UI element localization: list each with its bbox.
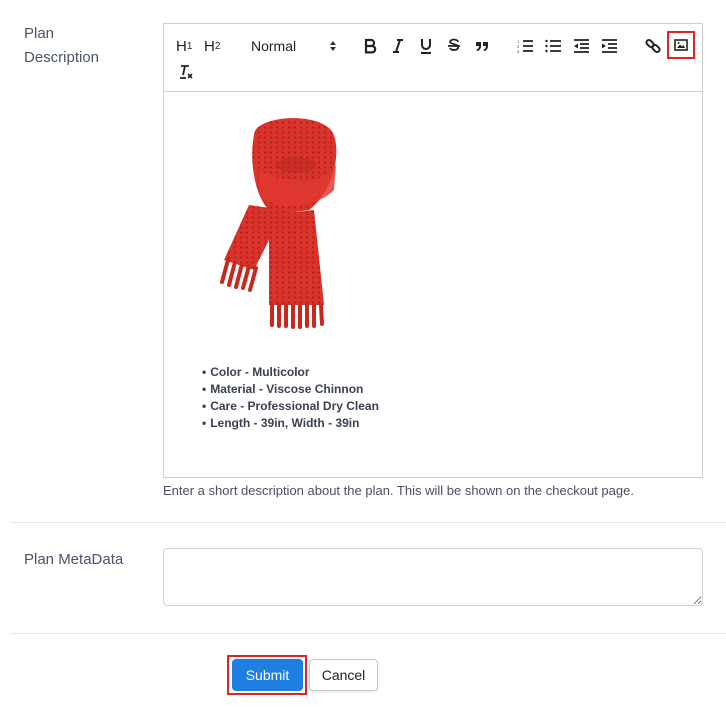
clear-format-button[interactable] <box>178 61 194 83</box>
italic-button[interactable] <box>390 35 406 57</box>
link-button[interactable] <box>644 35 662 57</box>
strikethrough-icon <box>448 38 460 51</box>
plan-description-help-text: Enter a short description about the plan… <box>163 483 634 498</box>
format-select[interactable]: Normal <box>251 35 337 57</box>
h1-label: H <box>176 37 187 55</box>
list-item: Care - Professional Dry Clean <box>202 398 379 415</box>
cancel-button[interactable]: Cancel <box>309 659 378 691</box>
outdent-icon <box>574 39 589 53</box>
bullet-list-button[interactable] <box>544 35 562 57</box>
label-line-1: Plan <box>24 25 55 42</box>
bullet-list-icon <box>545 39 561 53</box>
label-line-2: Description <box>24 49 100 66</box>
editor-toolbar: H1 H2 Normal 123 <box>164 24 702 92</box>
section-divider <box>10 633 726 634</box>
italic-icon <box>393 39 403 53</box>
submit-button[interactable]: Submit <box>232 659 303 691</box>
bold-button[interactable] <box>362 35 378 57</box>
underline-button[interactable] <box>418 35 434 57</box>
list-item: Color - Multicolor <box>202 364 379 381</box>
clear-format-icon <box>180 65 193 79</box>
indent-icon <box>602 39 617 53</box>
plan-metadata-input[interactable] <box>163 548 703 606</box>
image-icon <box>674 39 688 51</box>
select-arrows-icon <box>330 41 336 51</box>
indent-button[interactable] <box>600 35 618 57</box>
ordered-list-button[interactable]: 123 <box>516 35 534 57</box>
svg-text:3: 3 <box>517 49 520 53</box>
format-select-value: Normal <box>251 38 297 54</box>
scarf-image <box>220 118 337 329</box>
h2-sub: 2 <box>214 40 221 52</box>
strikethrough-button[interactable] <box>446 35 462 57</box>
editor-content[interactable]: Color - Multicolor Material - Viscose Ch… <box>164 92 702 477</box>
link-icon <box>645 38 661 54</box>
header-2-button[interactable]: H2 <box>204 35 220 57</box>
feature-list: Color - Multicolor Material - Viscose Ch… <box>202 364 379 432</box>
underline-icon <box>421 39 431 54</box>
ordered-list-icon: 123 <box>517 39 533 53</box>
plan-description-editor: H1 H2 Normal 123 • Color - Multicolor • … <box>163 23 703 478</box>
bold-icon <box>364 38 377 54</box>
outdent-button[interactable] <box>572 35 590 57</box>
blockquote-icon <box>476 42 488 51</box>
blockquote-button[interactable] <box>474 35 490 57</box>
plan-description-label: Plan Description <box>24 22 99 70</box>
image-button[interactable] <box>667 31 695 59</box>
h2-label: H <box>204 37 215 55</box>
list-item: Material - Viscose Chinnon <box>202 381 379 398</box>
list-item: Length - 39in, Width - 39in <box>202 415 379 432</box>
h1-sub: 1 <box>186 40 193 52</box>
section-divider <box>10 522 726 523</box>
header-1-button[interactable]: H1 <box>176 35 192 57</box>
plan-metadata-label: Plan MetaData <box>24 551 124 568</box>
